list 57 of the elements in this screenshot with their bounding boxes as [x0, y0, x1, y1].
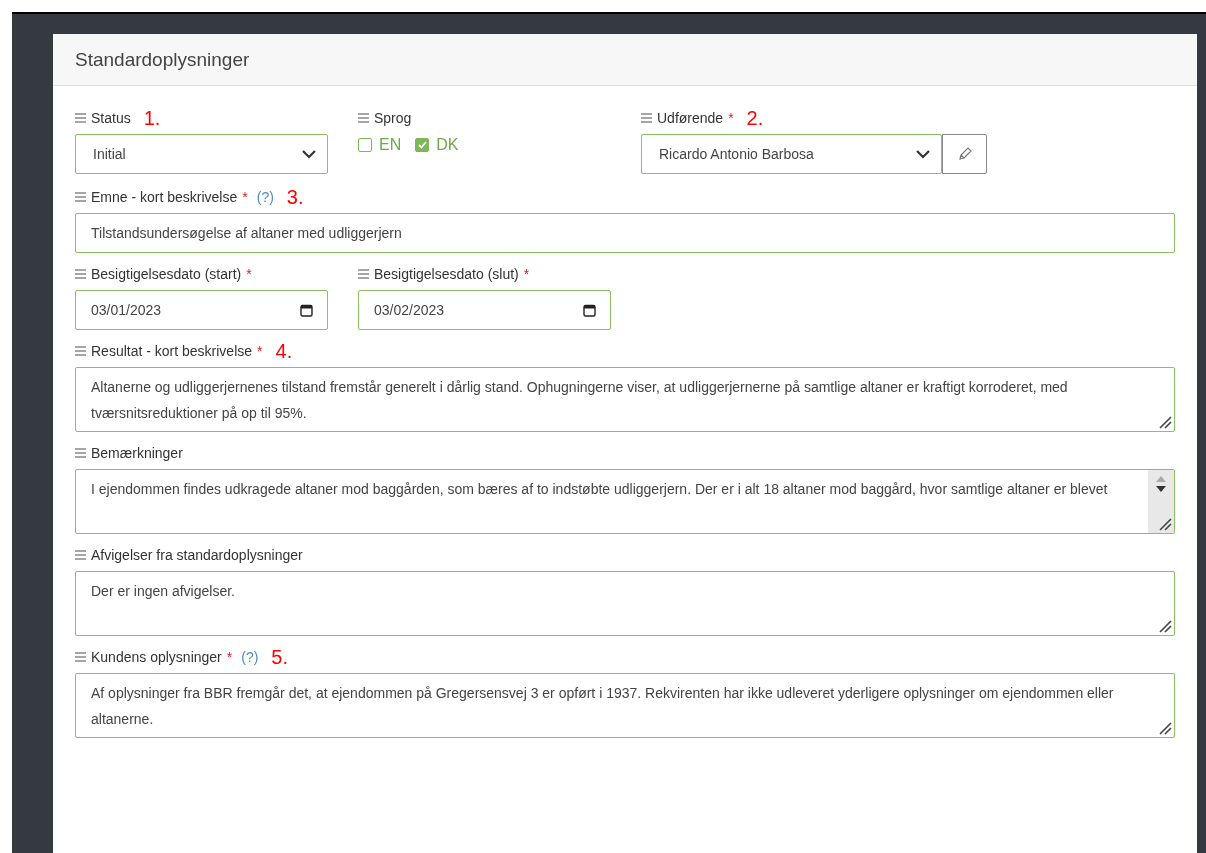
textarea-field[interactable]: I ejendommen findes udkragede altaner mod baggården, som bæres af to indstøbte udliggerjern. Der er i alt 18 altaner mod baggård, hvor samtlige altaner er blevet	[75, 469, 1175, 534]
drag-handle-icon[interactable]	[75, 269, 86, 279]
chevron-down-icon	[301, 149, 317, 159]
required-mark: *	[728, 110, 734, 126]
required-mark: *	[226, 649, 233, 665]
drag-handle-icon[interactable]	[75, 550, 86, 560]
date-field[interactable]: 03/01/2023	[75, 290, 328, 330]
drag-handle-icon[interactable]	[358, 113, 369, 123]
required-mark: *	[242, 189, 248, 205]
checkbox[interactable]	[358, 138, 372, 152]
field-label: Besigtigelsesdato (slut)	[374, 266, 519, 282]
input-field[interactable]: Tilstandsundersøgelse af altaner med udliggerjern	[75, 213, 1175, 253]
textarea-field[interactable]: Af oplysninger fra BBR fremgår det, at ejendommen på Gregersensvej 3 er opført i 1937. Rekvirenten har ikke udleveret yderligere oplysninger om ejendommen eller altanerne.	[75, 673, 1175, 738]
field-label: Sprog	[374, 110, 412, 126]
annotation-number: 5.	[271, 645, 289, 669]
field-label: Emne - kort beskrivelse	[91, 189, 238, 205]
scroll-arrows-icon[interactable]	[1154, 474, 1168, 494]
pencil-icon	[956, 146, 973, 162]
resize-handle-icon[interactable]	[1158, 517, 1172, 531]
annotation-number: 4.	[275, 339, 293, 363]
required-mark: *	[246, 266, 252, 282]
calendar-icon[interactable]	[300, 303, 313, 317]
resize-handle-icon[interactable]	[1158, 415, 1172, 429]
drag-handle-icon[interactable]	[75, 113, 86, 123]
field-label: Afvigelser fra standardoplysninger	[91, 547, 303, 563]
chevron-down-icon	[915, 149, 931, 159]
field-label: Resultat - kort beskrivelse	[91, 343, 253, 359]
required-mark: *	[257, 343, 263, 359]
scrollbar[interactable]	[1148, 470, 1174, 533]
person-dropdown[interactable]: Ricardo Antonio Barbosa	[641, 134, 942, 174]
resize-handle-icon[interactable]	[1158, 721, 1172, 735]
resize-handle-icon[interactable]	[1158, 619, 1172, 633]
date-field[interactable]: 03/02/2023	[358, 290, 611, 330]
field-label: Besigtigelsesdato (start)	[91, 266, 242, 282]
drag-handle-icon[interactable]	[75, 652, 86, 662]
field-label: Udførende	[657, 110, 724, 126]
field-label: Status	[91, 110, 131, 126]
calendar-icon[interactable]	[583, 303, 596, 317]
drag-handle-icon[interactable]	[358, 269, 369, 279]
textarea-field[interactable]: Altanerne og udliggerjernenes tilstand fremstår generelt i dårlig stand. Ophugningerne viser, at udliggerjernerne på samtlige altaner er kraftigt korroderet, med tværsnitsreduktioner på op til 95%.	[75, 367, 1175, 432]
required-mark: *	[523, 266, 530, 282]
help-link[interactable]: (?)	[256, 189, 274, 205]
drag-handle-icon[interactable]	[641, 113, 652, 123]
annotation-number: 1.	[143, 106, 161, 130]
annotation-number: 2.	[746, 106, 764, 130]
checkbox[interactable]	[415, 138, 430, 152]
status-dropdown[interactable]: Initial	[75, 134, 328, 174]
drag-handle-icon[interactable]	[75, 448, 86, 458]
edit-button[interactable]	[942, 134, 987, 174]
drag-handle-icon[interactable]	[75, 346, 86, 356]
help-link[interactable]: (?)	[241, 649, 259, 665]
field-label: Bemærkninger	[91, 445, 183, 461]
drag-handle-icon[interactable]	[75, 192, 86, 202]
textarea-field[interactable]: Der er ingen afvigelser.	[75, 571, 1175, 636]
field-label: Kundens oplysninger	[91, 649, 222, 665]
annotation-number: 3.	[286, 185, 304, 209]
panel-title: Standardoplysninger	[75, 48, 250, 71]
